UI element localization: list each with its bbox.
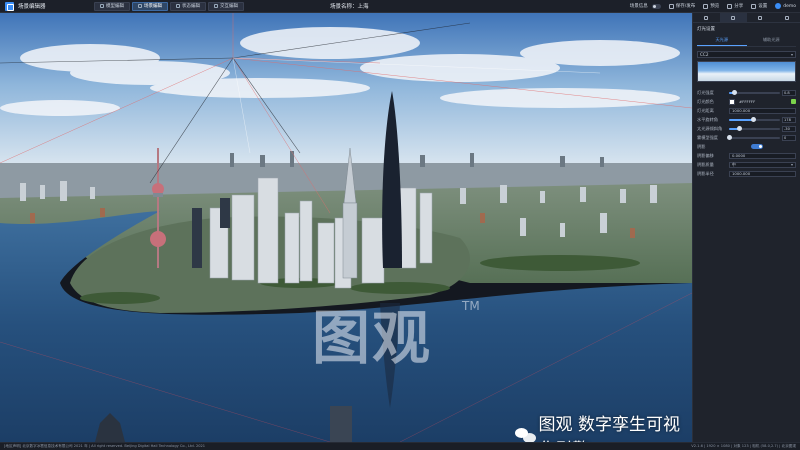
camera-icon[interactable] [693, 13, 720, 22]
shadow-toggle[interactable] [750, 144, 763, 149]
wechat-icon [515, 426, 536, 442]
property-label: 灯光强度 [697, 89, 714, 95]
app-logo-icon [5, 1, 14, 11]
property-label: 水平旋转角 [697, 116, 718, 122]
tab-interaction-edit[interactable]: 交互编辑 [208, 1, 244, 11]
gear-icon [751, 3, 757, 9]
property-label: 阴影 [697, 143, 706, 149]
property-input[interactable]: 1000.000 [729, 107, 796, 114]
tab-model-edit[interactable]: 模型编辑 [94, 1, 130, 11]
interaction-icon [214, 4, 218, 8]
property-label: 灯光颜色 [697, 98, 714, 104]
property-input[interactable]: 1000.000 [729, 170, 796, 177]
chevron-down-icon [791, 163, 793, 166]
property-row: 阴影半径 1000.000 [693, 169, 800, 178]
property-select[interactable]: 中 [729, 161, 796, 168]
slider-handle[interactable] [731, 90, 737, 95]
section-title: 灯光设置 [697, 27, 715, 32]
property-value-input[interactable]: 0.8 [782, 89, 796, 96]
slider-handle[interactable] [726, 135, 732, 140]
mode-tabs: 模型编辑 场景编辑 状态编辑 交互编辑 [94, 1, 244, 11]
save-publish-button[interactable]: 保存/发布 [668, 3, 695, 9]
property-row: 水平旋转角 178 [693, 115, 800, 124]
scene-info-toggle[interactable]: 场景信息 [630, 3, 661, 9]
panel-icon-tabs [693, 13, 800, 23]
property-row: 阴影偏移 0.0000 [693, 151, 800, 160]
property-value-input[interactable]: 0 [782, 134, 796, 141]
status-bar: [地区声明] 北京数字冰雹信息技术有限公司 2021 年 | All right… [0, 442, 800, 450]
color-swatch[interactable] [729, 98, 735, 105]
cube-icon [100, 4, 104, 8]
watermark-tm: TM [462, 299, 480, 313]
app-title: 场景编辑器 [18, 4, 46, 10]
property-label: 阴影偏移 [697, 152, 714, 158]
color-hex-input[interactable]: #FFFFFF [739, 99, 789, 105]
avatar [775, 3, 782, 9]
property-slider[interactable] [726, 135, 780, 140]
sky-preview [697, 61, 796, 82]
toggle-switch[interactable] [651, 3, 661, 9]
light-properties: 灯光强度 0.8 灯光颜色 #FFFFFF 灯光距离 1000.000 水平旋转角 178 太光… [693, 88, 800, 178]
chevron-down-icon [791, 53, 793, 56]
property-slider[interactable] [729, 90, 780, 95]
top-right-actions: 场景信息 保存/发布 预览 分享 设置 demo [630, 3, 796, 9]
sky-preset-select[interactable]: CC2 [697, 51, 796, 58]
watermark-logo: 图观 [312, 304, 433, 372]
color-picker-icon[interactable] [791, 99, 796, 104]
property-label: 灯光距离 [697, 107, 714, 113]
scene-icon[interactable] [719, 13, 747, 22]
property-slider[interactable] [729, 126, 780, 131]
property-label: 雾模型强度 [697, 134, 718, 140]
share-button[interactable]: 分享 [727, 3, 743, 9]
property-label: 阴影半径 [697, 170, 714, 176]
top-bar: 场景编辑器 模型编辑 场景编辑 状态编辑 交互编辑 场景名称：上海 场景信息 保… [0, 0, 800, 13]
preview-button[interactable]: 预览 [703, 3, 719, 9]
property-row: 阴影 [693, 142, 800, 151]
property-input[interactable]: 0.0000 [729, 152, 796, 159]
property-value-input[interactable]: -30 [782, 125, 796, 132]
brush-icon[interactable] [747, 13, 774, 22]
copyright-text: [地区声明] 北京数字冰雹信息技术有限公司 2021 年 | All right… [4, 444, 206, 448]
properties-panel: 灯光设置 天光源 辅助光源 CC2 灯光强度 0.8 灯光颜色 #FFFFFF 灯光距离… [692, 13, 800, 442]
slider-handle[interactable] [750, 117, 756, 122]
scene-editor-app: 场景编辑器 模型编辑 场景编辑 状态编辑 交互编辑 场景名称：上海 场景信息 保… [0, 0, 800, 450]
property-row: 灯光距离 1000.000 [693, 106, 800, 115]
user-menu[interactable]: demo [775, 3, 796, 9]
save-icon [668, 3, 674, 9]
scene-name: 场景名称：上海 [330, 4, 369, 10]
layers-icon[interactable] [773, 13, 800, 22]
city-scene [0, 13, 692, 442]
status-info: V2.1.6 | 1920 × 1080 | 对象 123 | 相机 (58.0… [691, 444, 796, 448]
share-icon [727, 3, 733, 9]
light-subtabs: 天光源 辅助光源 [697, 35, 796, 47]
property-row: 雾模型强度 0 [693, 133, 800, 142]
property-slider[interactable] [729, 117, 780, 122]
tab-scene-edit[interactable]: 场景编辑 [132, 1, 168, 11]
tab-aux-light[interactable]: 辅助光源 [747, 35, 797, 46]
property-row: 灯光颜色 #FFFFFF [693, 97, 800, 106]
tab-sky-light[interactable]: 天光源 [697, 35, 747, 46]
state-icon [176, 4, 180, 8]
property-row: 灯光强度 0.8 [693, 88, 800, 97]
3d-viewport[interactable]: 图观 TM 图观 数字孪生可视化引擎 [0, 13, 692, 442]
property-label: 阴影质量 [697, 161, 714, 167]
property-value-input[interactable]: 178 [782, 116, 796, 123]
scene-icon [138, 4, 142, 8]
tab-state-edit[interactable]: 状态编辑 [170, 1, 206, 11]
brand-badge: 图观 数字孪生可视化引擎 [515, 410, 692, 442]
property-row: 太光源倾斜角 -30 [693, 124, 800, 133]
settings-button[interactable]: 设置 [751, 3, 767, 9]
eye-icon [703, 3, 709, 9]
property-row: 阴影质量 中 [693, 160, 800, 169]
property-label: 太光源倾斜角 [697, 125, 723, 131]
slider-handle[interactable] [736, 126, 742, 131]
